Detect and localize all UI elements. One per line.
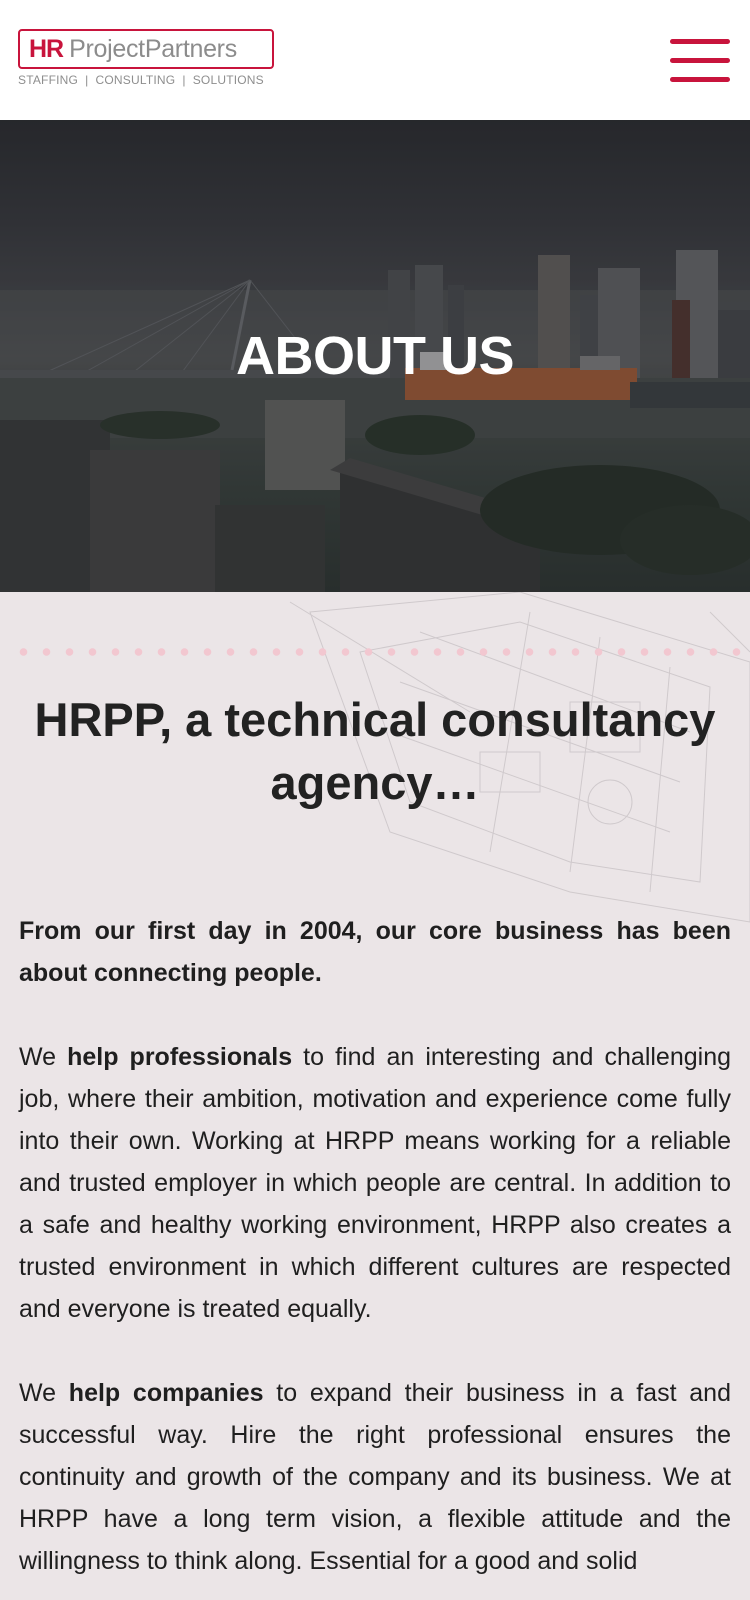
bold-phrase: help companies (68, 1379, 264, 1407)
text-span: We (19, 1043, 68, 1071)
companies-paragraph: We help companies to expand their busine… (19, 1372, 731, 1582)
logo-name-text: ProjectPartners (69, 34, 237, 63)
menu-bar (670, 39, 730, 44)
logo-tagline: STAFFING | CONSULTING | SOLUTIONS (18, 73, 264, 87)
logo[interactable]: HR ProjectPartners STAFFING | CONSULTING… (18, 29, 274, 87)
logo-hr-text: HR (29, 34, 64, 63)
menu-bar (670, 77, 730, 82)
text-span: to find an interesting and challenging j… (19, 1043, 732, 1323)
hamburger-menu-icon[interactable] (670, 38, 732, 84)
professionals-paragraph: We help professionals to find an interes… (19, 1036, 731, 1330)
logo-box: HR ProjectPartners (18, 29, 274, 69)
decorative-dots (12, 648, 742, 656)
menu-bar (670, 58, 730, 63)
intro-paragraph: From our first day in 2004, our core bus… (19, 917, 731, 987)
page-title: ABOUT US (236, 326, 515, 386)
hero-banner: ABOUT US (0, 120, 750, 592)
bold-phrase: help professionals (67, 1043, 293, 1071)
section-heading: HRPP, a technical consultancy agency… (34, 693, 716, 809)
text-span: to expand their business in a fast and s… (19, 1379, 731, 1575)
site-header: HR ProjectPartners STAFFING | CONSULTING… (0, 0, 750, 120)
text-span: We (19, 1379, 69, 1407)
about-section: HRPP, a technical consultancy agency… Fr… (0, 592, 750, 1600)
